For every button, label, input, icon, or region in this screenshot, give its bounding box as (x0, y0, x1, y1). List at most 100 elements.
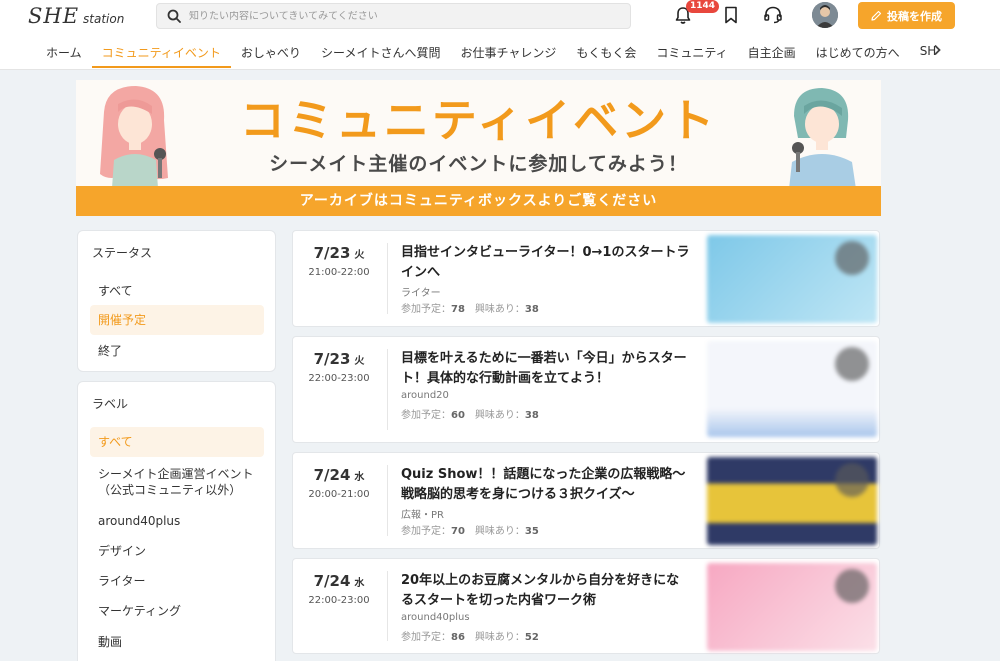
event-title[interactable]: 目標を叶えるために一番若い「今日」からスタート！具体的な行動計画を立てよう！ (401, 349, 691, 389)
join-label: 参加予定： (401, 526, 451, 537)
event-card[interactable]: 7/24 水 22:00-23:00 20年以上のお豆腐メンタルから自分を好きにな… (292, 558, 880, 654)
event-date: 7/24 水 (293, 572, 385, 590)
search-input[interactable] (189, 10, 609, 22)
top-bar: SHE station 1144 (0, 0, 1000, 70)
event-weekday: 水 (354, 578, 365, 589)
event-banner: コミュニティイベント シーメイト主催のイベントに参加してみよう！ アーカイブはコ… (76, 80, 881, 216)
event-stats: 参加予定：78 興味あり：38 (401, 300, 539, 315)
label-filter-marketing[interactable]: マーケティング (90, 596, 264, 626)
card-divider (387, 465, 388, 536)
notification-count-badge: 1144 (686, 0, 720, 13)
card-divider (387, 571, 388, 641)
join-count: 70 (451, 526, 465, 537)
interest-label: 興味あり： (474, 632, 525, 643)
tab-beginners[interactable]: はじめての方へ (806, 40, 910, 68)
interest-count: 38 (524, 410, 539, 421)
tab-chat[interactable]: おしゃべり (231, 40, 311, 68)
interest-label: 興味あり： (474, 410, 525, 421)
event-time: 22:00-23:00 (308, 595, 370, 606)
event-time: 21:00-22:00 (308, 267, 370, 278)
label-filter-video[interactable]: 動画 (90, 627, 264, 657)
label-filter-all[interactable]: すべて (90, 427, 264, 457)
banner-title: コミュニティイベント (239, 94, 718, 147)
event-thumbnail[interactable] (707, 563, 877, 651)
interest-label: 興味あり： (474, 304, 525, 315)
label-filter-writer[interactable]: ライター (90, 566, 264, 596)
tab-home[interactable]: ホーム (36, 40, 92, 68)
tab-community[interactable]: コミュニティ (646, 40, 737, 68)
event-thumbnail[interactable] (707, 457, 877, 545)
interest-label: 興味あり： (474, 526, 525, 537)
create-post-button[interactable]: 投稿を作成 (858, 2, 955, 29)
join-count: 60 (451, 410, 465, 421)
event-weekday: 火 (354, 250, 365, 261)
status-filter-all[interactable]: すべて (90, 276, 264, 306)
event-time: 22:00-23:00 (308, 373, 370, 384)
join-count: 86 (451, 632, 465, 643)
banner-subtitle: シーメイト主催のイベントに参加してみよう！ (269, 153, 688, 175)
tab-questions[interactable]: シーメイトさんへ質問 (311, 40, 451, 68)
thumbnail-overlay-icon (835, 241, 869, 275)
event-date: 7/24 水 (293, 466, 385, 484)
interest-count: 38 (524, 304, 539, 315)
site-logo[interactable]: SHE station (28, 4, 124, 30)
status-filter-panel: ステータス すべて 開催予定 終了 (77, 230, 276, 372)
event-title[interactable]: 目指せインタビューライター！0→1のスタートラインへ (401, 243, 691, 283)
event-date-text: 7/23 (313, 244, 351, 262)
status-filter-ended[interactable]: 終了 (90, 336, 264, 366)
card-divider (387, 349, 388, 430)
event-title[interactable]: 20年以上のお豆腐メンタルから自分を好きになるスタートを切った内省ワーク術 (401, 571, 691, 611)
event-card[interactable]: 7/24 水 20:00-21:00 Quiz Show！！話題になった企業の広報… (292, 452, 880, 549)
tab-work-challenge[interactable]: お仕事チャレンジ (450, 40, 566, 68)
thumbnail-overlay-icon (835, 569, 869, 603)
label-filter-around40plus[interactable]: around40plus (90, 506, 264, 536)
tab-community-events[interactable]: コミュニティイベント (91, 40, 231, 68)
tab-mokumoku[interactable]: もくもく会 (566, 40, 646, 68)
event-card[interactable]: 7/23 火 21:00-22:00 目指せインタビューライター！0→1のスタート… (292, 230, 880, 327)
event-time: 20:00-21:00 (308, 489, 370, 500)
event-stats: 参加予定：60 興味あり：38 (401, 406, 539, 421)
chevron-right-icon (934, 44, 941, 56)
tab-self-planned[interactable]: 自主企画 (738, 40, 806, 68)
search-box[interactable] (156, 3, 631, 29)
support-button[interactable] (762, 4, 784, 26)
interest-count: 35 (524, 526, 539, 537)
event-date: 7/23 火 (293, 350, 385, 368)
event-label: ライター (401, 288, 441, 299)
notification-button[interactable]: 1144 (672, 0, 720, 26)
event-stats: 参加予定：86 興味あり：52 (401, 628, 539, 643)
label-filter-design[interactable]: デザイン (90, 536, 264, 566)
label-heading: ラベル (92, 397, 129, 411)
logo-sub-text: station (83, 12, 125, 26)
headset-icon (764, 6, 782, 24)
event-card[interactable]: 7/23 火 22:00-23:00 目標を叶えるために一番若い「今日」からスター… (292, 336, 880, 443)
event-date-text: 7/24 (313, 466, 351, 484)
banner-archive-notice: アーカイブはコミュニティボックスよりご覧ください (76, 186, 881, 216)
thumbnail-overlay-icon (835, 347, 869, 381)
label-filter-shemate-official[interactable]: シーメイト企画運営イベント（公式コミュニティ以外） (90, 459, 264, 505)
event-label: 広報・PR (401, 510, 444, 521)
user-avatar[interactable] (812, 2, 838, 28)
event-thumbnail[interactable] (707, 235, 877, 323)
event-thumbnail[interactable] (707, 341, 877, 437)
category-nav: ホーム コミュニティイベント おしゃべり シーメイトさんへ質問 お仕事チャレンジ… (36, 40, 946, 68)
interest-count: 52 (524, 632, 539, 643)
event-stats: 参加予定：70 興味あり：35 (401, 522, 539, 537)
avatar-image (812, 2, 838, 28)
logo-main-text: SHE (28, 4, 80, 28)
nav-scroll-button[interactable] (932, 44, 942, 60)
event-date-text: 7/23 (313, 350, 351, 368)
status-heading: ステータス (92, 246, 153, 260)
event-date-text: 7/24 (313, 572, 351, 590)
event-title[interactable]: Quiz Show！！話題になった企業の広報戦略〜戦略脳的思考を身につける３択ク… (401, 465, 691, 505)
join-label: 参加予定： (401, 410, 451, 421)
join-label: 参加予定： (401, 304, 451, 315)
event-weekday: 水 (354, 472, 365, 483)
event-label: around40plus (401, 612, 470, 623)
search-icon (167, 9, 181, 23)
label-filter-panel: ラベル すべて シーメイト企画運営イベント（公式コミュニティ以外） around… (77, 381, 276, 661)
pencil-icon (871, 10, 882, 21)
status-filter-upcoming[interactable]: 開催予定 (90, 305, 264, 335)
bookmark-icon (725, 6, 737, 24)
bookmark-button[interactable] (720, 4, 742, 26)
